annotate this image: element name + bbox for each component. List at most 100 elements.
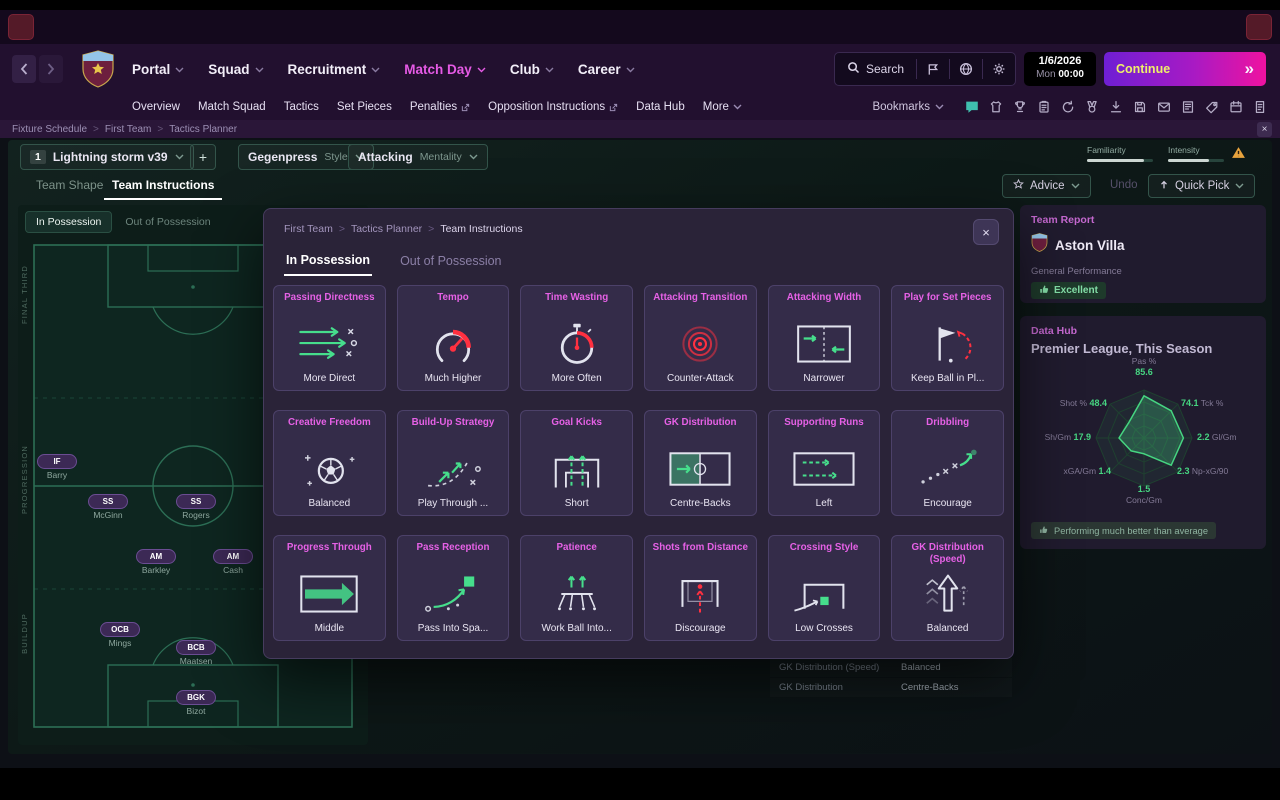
player-barkley[interactable]: AM Barkley	[136, 546, 176, 575]
modal-tab-in-possession[interactable]: In Possession	[284, 249, 373, 276]
subnav-more[interactable]: More	[703, 101, 742, 113]
instruction-card-passing-directness[interactable]: Passing Directness More Direct	[273, 285, 386, 391]
breadcrumb-item[interactable]: Team Instructions	[440, 223, 522, 235]
breadcrumb-item[interactable]: First Team	[284, 223, 333, 235]
instruction-card-creative-freedom[interactable]: Creative Freedom Balanced	[273, 410, 386, 516]
toggle-out-of-possession[interactable]: Out of Possession	[115, 212, 220, 232]
player-maatsen[interactable]: BCB Maatsen	[176, 637, 216, 666]
quick-pick-icon	[1159, 180, 1169, 193]
instruction-row-gk-distribution[interactable]: GK Distribution Centre-Backs	[770, 678, 1012, 697]
player-mcginn[interactable]: SS McGinn	[88, 491, 128, 520]
continue-button[interactable]: Continue »	[1104, 52, 1266, 86]
instruction-card-progress-through[interactable]: Progress Through Middle	[273, 535, 386, 641]
window-button[interactable]	[1246, 14, 1272, 40]
system-menu-button[interactable]	[8, 14, 34, 40]
instruction-card-time-wasting[interactable]: Time Wasting More Often	[520, 285, 633, 391]
notifications-icon[interactable]	[963, 99, 980, 116]
breadcrumb-item[interactable]: Fixture Schedule	[12, 124, 87, 135]
instruction-card-play-for-set-pieces[interactable]: Play for Set Pieces Keep Ball in Pl...	[891, 285, 1004, 391]
calendar-icon[interactable]	[1227, 99, 1244, 116]
breadcrumb-item[interactable]: Tactics Planner	[169, 124, 237, 135]
subnav-penalties[interactable]: Penalties	[410, 101, 470, 113]
radar-axis-xga: xGA/Gm 1.4	[1063, 466, 1111, 476]
breadcrumb-item[interactable]: First Team	[105, 124, 152, 135]
mail-icon[interactable]	[1155, 99, 1172, 116]
nav-recruitment[interactable]: Recruitment	[288, 62, 381, 77]
mentality-label: Mentality	[419, 151, 462, 163]
transfer-icon[interactable]	[1203, 99, 1220, 116]
undo-button[interactable]: Undo	[1104, 178, 1144, 192]
close-tab-button[interactable]: ×	[1257, 122, 1272, 137]
data-hub-panel[interactable]: Data Hub Premier League, This Season Pas…	[1020, 316, 1266, 549]
clipboard-icon[interactable]	[1035, 99, 1052, 116]
search-button[interactable]: Search	[835, 53, 916, 85]
forward-button[interactable]	[39, 55, 63, 83]
instruction-card-build-up-strategy[interactable]: Build-Up Strategy Play Through ...	[396, 410, 510, 516]
notes-icon[interactable]	[1251, 99, 1268, 116]
player-barry[interactable]: IF Barry	[37, 451, 77, 480]
radar-axis-pas: Pas % 85.6	[1131, 356, 1157, 377]
bookmarks-label: Bookmarks	[872, 101, 930, 113]
instruction-card-gk-distribution[interactable]: GK Distribution Centre-Backs	[643, 410, 757, 516]
instruction-card-gk-distribution-speed[interactable]: GK Distribution (Speed) Balanced	[891, 535, 1004, 641]
nav-squad[interactable]: Squad	[208, 62, 264, 77]
subnav-overview[interactable]: Overview	[132, 101, 180, 113]
tactic-selector[interactable]: 1 Lightning storm v39	[20, 144, 194, 170]
download-icon[interactable]	[1107, 99, 1124, 116]
back-button[interactable]	[12, 55, 36, 83]
instruction-card-supporting-runs[interactable]: Supporting Runs Left	[767, 410, 881, 516]
team-report-panel[interactable]: Team Report Aston Villa General Performa…	[1020, 205, 1266, 303]
subnav-data-hub[interactable]: Data Hub	[636, 101, 685, 113]
club-badge-icon[interactable]	[80, 50, 116, 88]
news-icon[interactable]	[1179, 99, 1196, 116]
nav-career[interactable]: Career	[578, 62, 635, 77]
instruction-card-tempo[interactable]: Tempo Much Higher	[396, 285, 510, 391]
nav-portal[interactable]: Portal	[132, 62, 184, 77]
tab-team-shape[interactable]: Team Shape	[28, 174, 111, 196]
date-display[interactable]: 1/6/2026 Mon 00:00	[1024, 52, 1096, 86]
instruction-card-shots-from-distance[interactable]: Shots from Distance Discourage	[643, 535, 757, 641]
kit-icon[interactable]	[987, 99, 1004, 116]
warning-icon[interactable]	[1231, 146, 1246, 164]
settings-gear-icon[interactable]	[983, 53, 1015, 85]
instruction-card-goal-kicks[interactable]: Goal Kicks Short	[520, 410, 633, 516]
bookmarks-dropdown[interactable]: Bookmarks	[866, 100, 950, 114]
subnav-match-squad[interactable]: Match Squad	[198, 101, 266, 113]
instruction-card-attacking-transition[interactable]: Attacking Transition Counter-Attack	[643, 285, 757, 391]
globe-icon[interactable]	[950, 53, 982, 85]
bookmark-flag-icon[interactable]	[917, 53, 949, 85]
instruction-row-gk-distribution-speed[interactable]: GK Distribution (Speed) Balanced	[770, 658, 1012, 677]
instruction-card-patience[interactable]: Patience Work Ball Into...	[520, 535, 633, 641]
refresh-icon[interactable]	[1059, 99, 1076, 116]
player-name: McGinn	[93, 510, 123, 520]
instruction-card-pass-reception[interactable]: Pass Reception Pass Into Spa...	[396, 535, 510, 641]
instruction-card-attacking-width[interactable]: Attacking Width Narrower	[767, 285, 881, 391]
save-icon[interactable]	[1131, 99, 1148, 116]
subnav-opposition-instructions[interactable]: Opposition Instructions	[488, 101, 618, 113]
modal-close-button[interactable]: ×	[973, 219, 999, 245]
mentality-selector[interactable]: Attacking Mentality	[348, 144, 488, 170]
medal-icon[interactable]	[1083, 99, 1100, 116]
quick-pick-button[interactable]: Quick Pick	[1148, 174, 1256, 198]
breadcrumb-bar: Fixture Schedule > First Team > Tactics Plan…	[0, 120, 1280, 138]
player-mings[interactable]: OCB Mings	[100, 619, 140, 648]
instruction-card-crossing-style[interactable]: Crossing Style Low Crosses	[767, 535, 881, 641]
card-value: Counter-Attack	[666, 373, 734, 384]
player-role-badge: AM	[136, 549, 176, 564]
player-bizot[interactable]: BGK Bizot	[176, 687, 216, 716]
tab-team-instructions[interactable]: Team Instructions	[104, 174, 223, 200]
add-tactic-button[interactable]: +	[190, 144, 216, 170]
subnav-set-pieces[interactable]: Set Pieces	[337, 101, 392, 113]
advice-button[interactable]: Advice	[1002, 174, 1091, 198]
toggle-in-possession[interactable]: In Possession	[24, 211, 113, 233]
trophy-icon[interactable]	[1011, 99, 1028, 116]
performance-summary-text: Performing much better than average	[1054, 525, 1208, 536]
breadcrumb-item[interactable]: Tactics Planner	[351, 223, 422, 235]
subnav-tactics[interactable]: Tactics	[284, 101, 319, 113]
nav-match-day[interactable]: Match Day	[404, 62, 486, 77]
modal-tab-out-of-possession[interactable]: Out of Possession	[398, 249, 503, 276]
nav-club[interactable]: Club	[510, 62, 554, 77]
instruction-card-dribbling[interactable]: Dribbling Encourage	[891, 410, 1004, 516]
player-cash[interactable]: AM Cash	[213, 546, 253, 575]
player-rogers[interactable]: SS Rogers	[176, 491, 216, 520]
